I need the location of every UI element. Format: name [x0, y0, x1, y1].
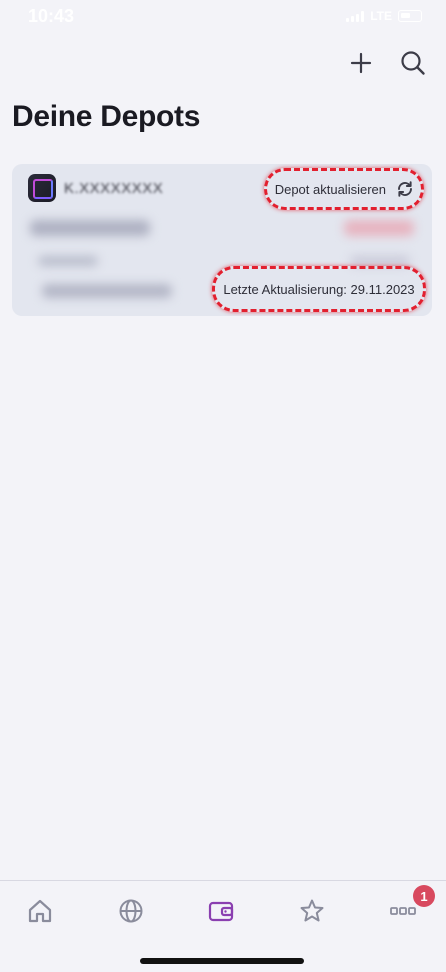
tab-more[interactable]: 1	[383, 885, 435, 931]
redacted-depot-value	[344, 220, 414, 236]
tab-markets[interactable]	[111, 891, 151, 931]
top-actions	[346, 48, 428, 78]
tab-watchlist[interactable]	[292, 891, 332, 931]
status-bar: 10:43 LTE	[0, 0, 446, 34]
last-update-label: Letzte Aktualisierung: 29.11.2023	[223, 281, 415, 297]
tab-home[interactable]	[20, 891, 60, 931]
search-button[interactable]	[398, 48, 428, 78]
plus-icon	[350, 52, 372, 74]
home-icon	[28, 899, 52, 923]
globe-icon	[119, 899, 143, 923]
depot-refresh-button[interactable]: Depot aktualisieren	[264, 168, 424, 210]
depot-card[interactable]: K.XXXXXXXX Depot aktualisieren Letzte Ak…	[12, 164, 432, 316]
network-label: LTE	[370, 9, 392, 23]
redacted-depot-sub	[38, 256, 98, 266]
add-button[interactable]	[346, 48, 376, 78]
page-title: Deine Depots	[12, 100, 201, 133]
wallet-icon	[208, 901, 234, 922]
refresh-label: Depot aktualisieren	[274, 181, 386, 197]
redacted-depot-name	[30, 220, 150, 236]
search-icon	[401, 51, 425, 75]
star-icon	[300, 899, 324, 922]
battery-icon	[398, 10, 422, 22]
signal-icon	[346, 10, 365, 22]
status-indicators: LTE	[346, 9, 422, 23]
more-icon	[390, 907, 416, 915]
depot-header: K.XXXXXXXX	[28, 174, 163, 202]
last-update: Letzte Aktualisierung: 29.11.2023	[212, 266, 426, 312]
status-time: 10:43	[28, 6, 75, 26]
tab-depots[interactable]	[201, 891, 241, 931]
redacted-depot-change	[350, 256, 410, 266]
notification-badge: 1	[413, 885, 435, 907]
depot-logo	[28, 174, 56, 202]
redacted-depot-detail	[42, 284, 172, 298]
depot-account-number: K.XXXXXXXX	[64, 179, 164, 197]
refresh-icon	[398, 181, 412, 197]
home-indicator	[140, 958, 304, 964]
